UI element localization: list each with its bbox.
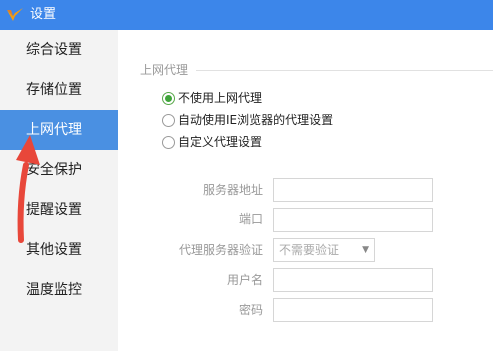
title-bar: 设置 [0,0,493,30]
radio-label: 自动使用IE浏览器的代理设置 [178,113,334,127]
sidebar: 综合设置 存储位置 上网代理 安全保护 提醒设置 其他设置 温度监控 [0,30,118,351]
auth-label: 代理服务器验证 [178,243,263,257]
port-field[interactable] [273,208,433,232]
radio-label: 自定义代理设置 [178,135,263,149]
proxy-group-title: 上网代理 [140,62,193,78]
sidebar-item-proxy[interactable]: 上网代理 [0,110,118,150]
port-label: 端口 [238,212,263,226]
radio-checked-icon[interactable] [162,91,175,105]
radio-unchecked-icon[interactable] [162,135,175,149]
server-address-label: 服务器地址 [202,183,263,197]
app-logo-icon [7,8,23,21]
password-label: 密码 [238,303,263,317]
sidebar-item-security[interactable]: 安全保护 [0,150,118,190]
radio-ie-proxy[interactable]: 自动使用IE浏览器的代理设置 [162,111,333,129]
sidebar-item-general[interactable]: 综合设置 [0,30,118,70]
username-label: 用户名 [226,273,263,287]
group-divider [196,70,493,71]
server-address-field[interactable] [273,178,433,202]
sidebar-item-reminder[interactable]: 提醒设置 [0,190,118,230]
auth-select[interactable]: 不需要验证 ▼ [273,238,375,262]
radio-label: 不使用上网代理 [178,91,263,105]
sidebar-item-storage[interactable]: 存储位置 [0,70,118,110]
username-field[interactable] [273,268,433,292]
radio-custom-proxy[interactable]: 自定义代理设置 [162,133,262,151]
triangle-down-icon[interactable]: ▼ [362,243,369,257]
sidebar-item-other[interactable]: 其他设置 [0,230,118,270]
window-title: 设置 [30,7,57,22]
radio-unchecked-icon[interactable] [162,113,175,127]
radio-no-proxy[interactable]: 不使用上网代理 [162,89,262,107]
auth-select-value: 不需要验证 [279,243,340,257]
sidebar-item-temperature[interactable]: 温度监控 [0,270,118,310]
password-field[interactable] [273,298,433,322]
